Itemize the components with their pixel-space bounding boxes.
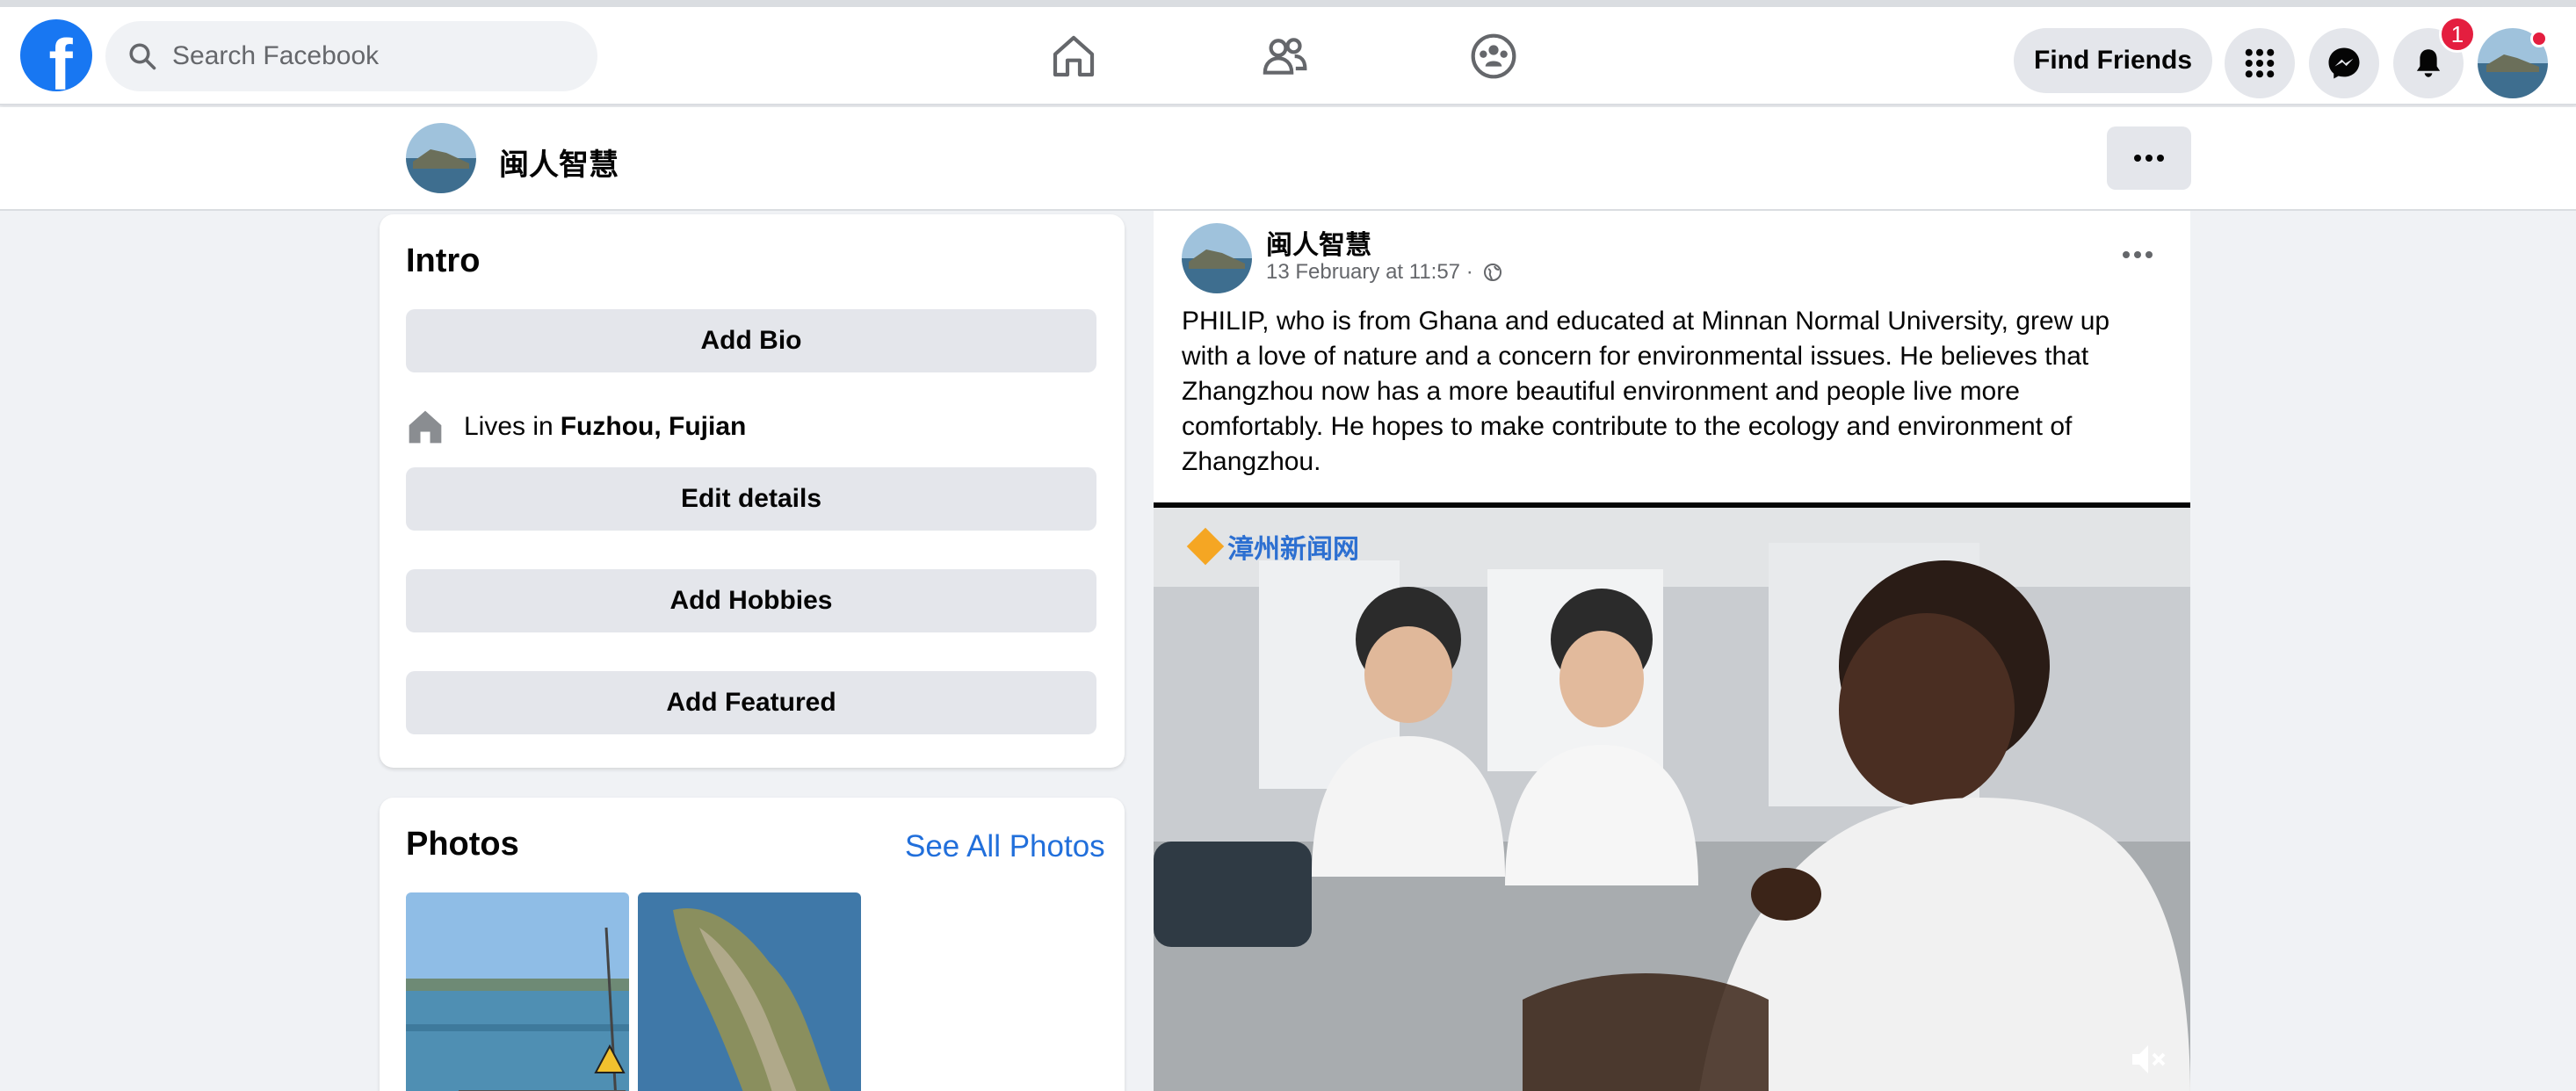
- search-icon: [129, 43, 156, 70]
- facebook-logo[interactable]: f: [20, 19, 92, 91]
- post-author-name[interactable]: 闽人智慧: [1266, 223, 1371, 262]
- video-watermark-text: 漳州新闻网: [1227, 535, 1359, 564]
- mute-icon[interactable]: [2127, 1038, 2169, 1080]
- house-icon: [409, 410, 442, 444]
- watermark-logo-icon: [1186, 527, 1225, 566]
- notification-badge: 1: [2439, 16, 2476, 53]
- intro-title: Intro: [406, 242, 481, 279]
- lives-in-place[interactable]: Fuzhou, Fujian: [561, 412, 747, 442]
- post-author-avatar[interactable]: [1182, 223, 1252, 293]
- find-friends-button[interactable]: Find Friends: [2014, 28, 2212, 93]
- bell-icon: [2416, 49, 2441, 77]
- photos-card: Photos See All Photos: [380, 798, 1125, 1091]
- intro-card: Intro Add Bio Lives in Fuzhou, Fujian Ed…: [380, 214, 1125, 768]
- groups-icon: [1471, 33, 1516, 79]
- menu-grid-icon: [2245, 48, 2275, 78]
- globe-icon: [1483, 264, 1501, 281]
- home-tab[interactable]: [1047, 30, 1100, 83]
- video-watermark: 漳州新闻网: [1186, 527, 1359, 566]
- home-icon: [1053, 35, 1095, 77]
- top-navigation-bar: f Find Friends 1: [0, 0, 2576, 105]
- photo-thumbnail[interactable]: [406, 892, 629, 1091]
- photo-thumbnail[interactable]: [638, 892, 861, 1091]
- friends-tab[interactable]: [1258, 30, 1311, 83]
- more-icon: [2134, 155, 2164, 162]
- add-bio-button[interactable]: Add Bio: [406, 309, 1096, 372]
- menu-button[interactable]: [2225, 28, 2295, 98]
- post-timestamp[interactable]: 13 February at 11:57 ·: [1266, 260, 1473, 285]
- profile-more-button[interactable]: [2107, 126, 2191, 190]
- lives-in-row: Lives in Fuzhou, Fujian: [406, 408, 746, 446]
- edit-details-button[interactable]: Edit details: [406, 467, 1096, 531]
- search-box[interactable]: [105, 21, 597, 91]
- messenger-icon: [2328, 47, 2360, 79]
- messenger-button[interactable]: [2309, 28, 2379, 98]
- friends-icon: [1263, 38, 1307, 75]
- account-alert-dot: [2530, 30, 2548, 47]
- add-hobbies-button[interactable]: Add Hobbies: [406, 569, 1096, 632]
- post-text: PHILIP, who is from Ghana and educated a…: [1182, 307, 2110, 476]
- lives-in-label: Lives in: [464, 412, 554, 441]
- groups-tab[interactable]: [1467, 30, 1520, 83]
- post-meta: 13 February at 11:57 ·: [1266, 260, 1503, 285]
- photos-title: Photos: [406, 826, 519, 863]
- see-all-photos-link[interactable]: See All Photos: [905, 829, 1105, 864]
- profile-avatar[interactable]: [406, 123, 476, 193]
- post-video[interactable]: 漳州新闻网: [1154, 502, 2190, 1091]
- more-icon: [2123, 251, 2153, 258]
- search-input[interactable]: [172, 41, 541, 71]
- add-featured-button[interactable]: Add Featured: [406, 671, 1096, 734]
- post-options-button[interactable]: [2111, 237, 2164, 272]
- post-card: 闽人智慧 13 February at 11:57 · PHILIP, who …: [1154, 211, 2190, 1091]
- profile-name[interactable]: 闽人智慧: [499, 141, 619, 184]
- profile-subheader: 闽人智慧: [0, 107, 2576, 211]
